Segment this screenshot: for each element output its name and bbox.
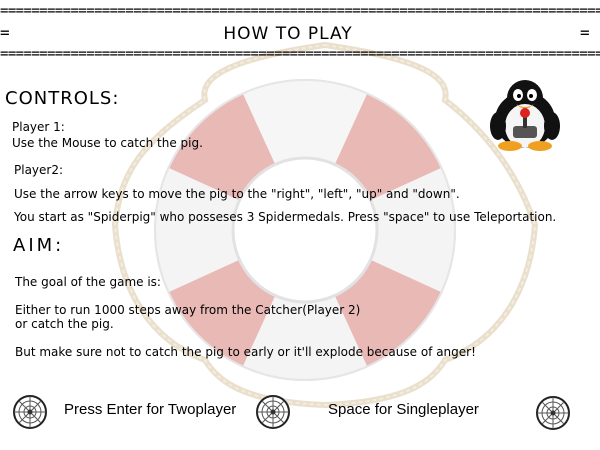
page-title: HOW TO PLAY (223, 24, 353, 44)
aim-either-line2: or catch the pig. (15, 317, 114, 331)
player2-label: Player2: (14, 163, 64, 177)
header-bar: = HOW TO PLAY = (0, 22, 600, 46)
twoplayer-prompt: Press Enter for Twoplayer (64, 401, 237, 418)
header-right-mark: = (580, 23, 590, 42)
tux-joystick-icon (490, 80, 560, 151)
controls-heading: CONTROLS: (5, 88, 120, 109)
singleplayer-prompt: Space for Singleplayer (328, 401, 479, 418)
spider-web-icon (256, 395, 290, 429)
aim-heading: AIM: (13, 235, 65, 256)
player1-label: Player 1: (12, 120, 65, 134)
spider-web-icon (536, 396, 570, 430)
spiderpig-text: You start as "Spiderpig" who posseses 3 … (14, 210, 557, 224)
header-rule-top: ========================================… (0, 6, 600, 16)
header-rule-bottom: ========================================… (0, 49, 600, 59)
player2-text: Use the arrow keys to move the pig to th… (14, 187, 460, 201)
aim-either-line1: Either to run 1000 steps away from the C… (15, 303, 361, 317)
player1-text: Use the Mouse to catch the pig. (12, 136, 203, 150)
aim-goal: The goal of the game is: (15, 275, 161, 289)
aim-warning: But make sure not to catch the pig to ea… (15, 345, 476, 359)
spider-web-icon (13, 395, 47, 429)
